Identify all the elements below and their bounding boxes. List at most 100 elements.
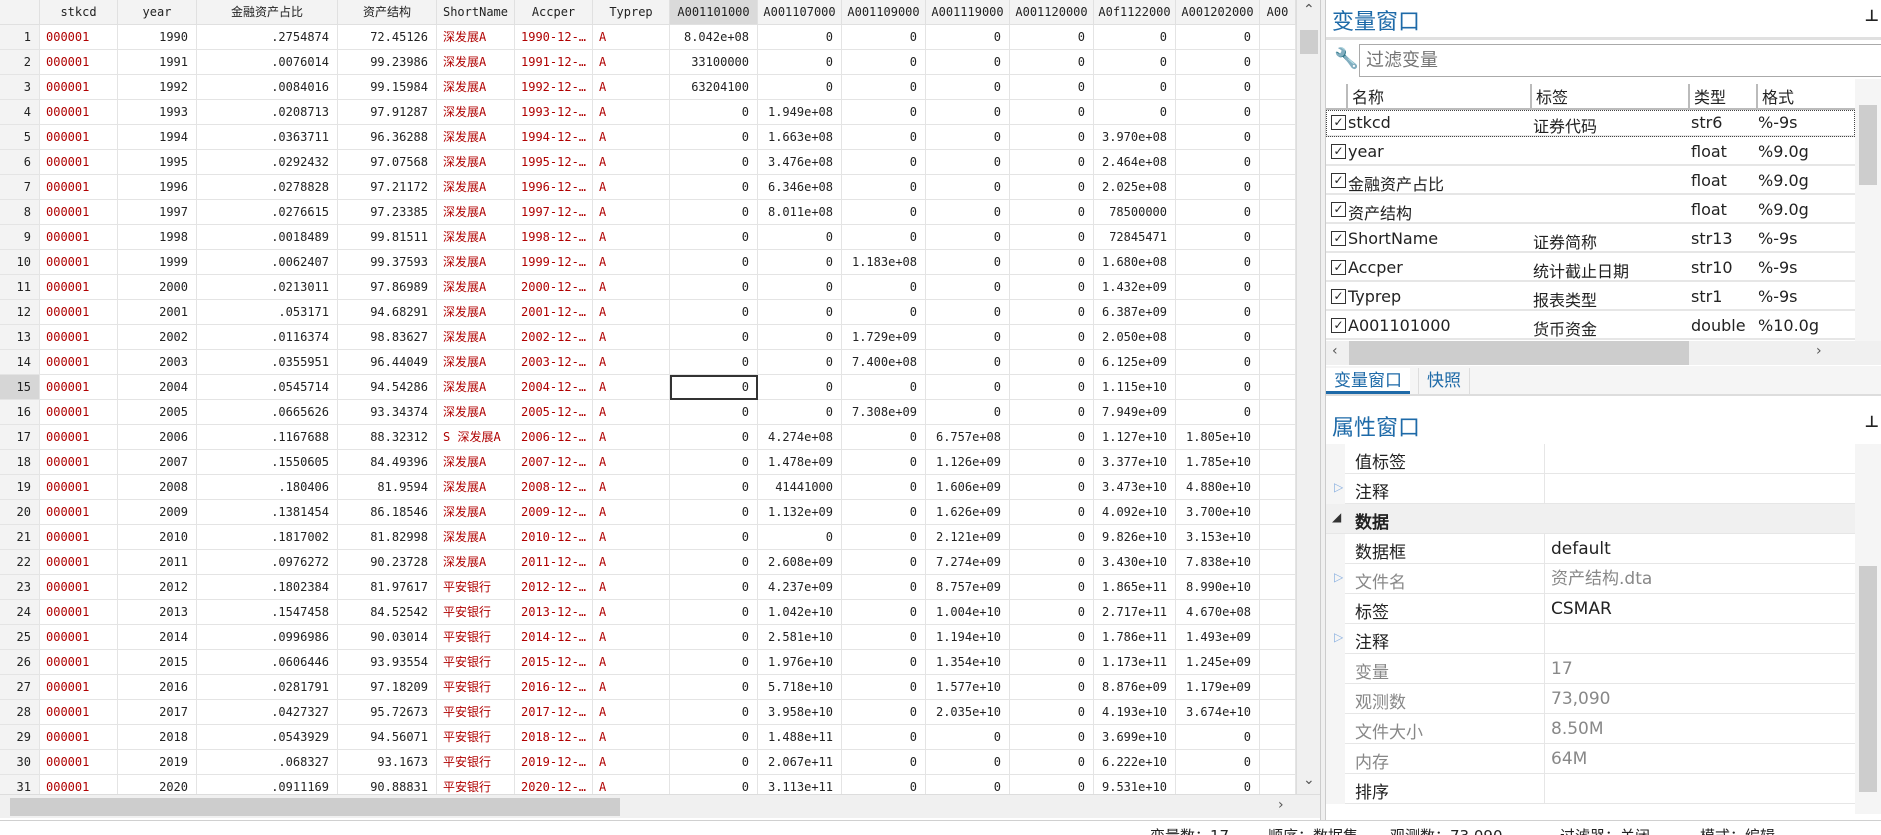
table-cell[interactable]: A (593, 275, 670, 300)
table-cell[interactable]: .0427327 (197, 700, 338, 725)
table-cell[interactable]: 平安银行 (437, 625, 515, 650)
variable-row[interactable]: ✓ 金融资产占比 float %9.0g (1326, 168, 1855, 195)
table-cell[interactable]: 93.1673 (338, 750, 437, 775)
table-cell[interactable]: 2.121e+09 (926, 525, 1010, 550)
table-cell[interactable]: 7.274e+09 (926, 550, 1010, 575)
column-header-A001119000[interactable]: A001119000 (926, 0, 1010, 25)
table-cell[interactable]: 3.153e+10 (1176, 525, 1260, 550)
table-cell[interactable]: 3.430e+10 (1094, 550, 1176, 575)
tab-variables-window[interactable]: 变量窗口 (1326, 368, 1410, 394)
table-cell[interactable]: 0 (758, 50, 842, 75)
variable-row[interactable]: ✓ ShortName 证券简称 str13 %-9s (1326, 226, 1855, 253)
table-cell[interactable]: 0 (842, 725, 926, 750)
table-cell[interactable]: 000001 (40, 750, 118, 775)
table-cell[interactable]: 4.274e+08 (758, 425, 842, 450)
table-cell[interactable] (1260, 625, 1296, 650)
table-cell[interactable]: 4.880e+10 (1176, 475, 1260, 500)
row-number[interactable]: 22 (0, 550, 40, 575)
variables-horizontal-scrollbar[interactable]: ‹ › (1326, 341, 1881, 365)
table-cell[interactable]: 2015 (118, 650, 197, 675)
property-value[interactable]: 8.50M (1544, 714, 1604, 744)
table-cell[interactable]: 2.581e+10 (758, 625, 842, 650)
row-number[interactable]: 12 (0, 300, 40, 325)
table-cell[interactable]: A (593, 200, 670, 225)
table-cell[interactable]: .0996986 (197, 625, 338, 650)
table-cell[interactable]: .0976272 (197, 550, 338, 575)
table-cell[interactable]: 0 (670, 275, 758, 300)
table-cell[interactable]: 1.606e+09 (926, 475, 1010, 500)
table-cell[interactable]: 000001 (40, 350, 118, 375)
table-cell[interactable]: 90.23728 (338, 550, 437, 575)
table-cell[interactable]: 8.876e+09 (1094, 675, 1176, 700)
table-cell[interactable] (1260, 200, 1296, 225)
table-cell[interactable]: 深发展A (437, 500, 515, 525)
table-cell[interactable]: 平安银行 (437, 575, 515, 600)
table-cell[interactable]: 1.493e+09 (1176, 625, 1260, 650)
scroll-right-icon[interactable]: › (1816, 343, 1822, 359)
table-cell[interactable]: A (593, 250, 670, 275)
table-cell[interactable]: 1.577e+10 (926, 675, 1010, 700)
table-cell[interactable]: 90.88831 (338, 775, 437, 794)
table-cell[interactable]: 1.729e+09 (842, 325, 926, 350)
row-number[interactable]: 27 (0, 675, 40, 700)
table-cell[interactable]: 0 (926, 325, 1010, 350)
table-cell[interactable]: 平安银行 (437, 700, 515, 725)
table-cell[interactable]: 1.179e+09 (1176, 675, 1260, 700)
table-cell[interactable]: 0 (670, 200, 758, 225)
table-cell[interactable]: 2006 (118, 425, 197, 450)
table-cell[interactable]: 0 (842, 675, 926, 700)
table-cell[interactable]: 2005-12-… (515, 400, 593, 425)
table-cell[interactable]: 0 (842, 275, 926, 300)
grid-vertical-scrollbar[interactable]: ⌃ ⌄ (1296, 0, 1320, 794)
table-cell[interactable]: 平安银行 (437, 750, 515, 775)
table-cell[interactable]: 2001-12-… (515, 300, 593, 325)
table-cell[interactable]: 0 (670, 250, 758, 275)
table-cell[interactable]: 1994-12-… (515, 125, 593, 150)
table-cell[interactable]: 0 (842, 100, 926, 125)
property-row[interactable]: ▷ 注释 (1326, 624, 1855, 654)
table-cell[interactable]: A (593, 425, 670, 450)
table-cell[interactable]: 8.011e+08 (758, 200, 842, 225)
table-cell[interactable]: .1817002 (197, 525, 338, 550)
table-cell[interactable] (1260, 50, 1296, 75)
row-number[interactable]: 25 (0, 625, 40, 650)
table-cell[interactable] (1260, 550, 1296, 575)
table-cell[interactable]: 6.222e+10 (1094, 750, 1176, 775)
table-cell[interactable]: 2008 (118, 475, 197, 500)
table-cell[interactable]: 1994 (118, 125, 197, 150)
table-cell[interactable]: 2017 (118, 700, 197, 725)
table-cell[interactable]: 深发展A (437, 525, 515, 550)
scroll-left-icon[interactable]: ‹ (1332, 343, 1338, 359)
table-cell[interactable]: 97.18209 (338, 675, 437, 700)
row-number[interactable]: 3 (0, 75, 40, 100)
table-cell[interactable]: 1999-12-… (515, 250, 593, 275)
table-cell[interactable]: 0 (1176, 200, 1260, 225)
table-cell[interactable]: 2009-12-… (515, 500, 593, 525)
table-cell[interactable]: 0 (842, 625, 926, 650)
table-cell[interactable]: 0 (1010, 750, 1094, 775)
table-cell[interactable]: 1999 (118, 250, 197, 275)
row-number[interactable]: 8 (0, 200, 40, 225)
column-header-A001107000[interactable]: A001107000 (758, 0, 842, 25)
table-cell[interactable] (1260, 650, 1296, 675)
table-cell[interactable]: 1.194e+10 (926, 625, 1010, 650)
row-number[interactable]: 11 (0, 275, 40, 300)
variable-row[interactable]: ✓ A001101000 货币资金 double %10.0g (1326, 313, 1855, 340)
table-cell[interactable]: A (593, 650, 670, 675)
table-cell[interactable]: .1167688 (197, 425, 338, 450)
table-cell[interactable]: 1.976e+10 (758, 650, 842, 675)
table-cell[interactable]: .0545714 (197, 375, 338, 400)
table-cell[interactable]: 0 (670, 300, 758, 325)
expand-triangle-icon[interactable]: ▷ (1334, 630, 1343, 644)
grid-horizontal-scrollbar[interactable]: › (0, 794, 1320, 818)
table-cell[interactable]: 96.44049 (338, 350, 437, 375)
table-cell[interactable]: 4.670e+08 (1176, 600, 1260, 625)
table-cell[interactable]: 0 (758, 250, 842, 275)
table-cell[interactable] (1260, 150, 1296, 175)
table-cell[interactable]: 0 (1176, 25, 1260, 50)
property-row[interactable]: ▷ 注释 (1326, 474, 1855, 504)
table-cell[interactable]: 000001 (40, 725, 118, 750)
table-cell[interactable] (1260, 500, 1296, 525)
table-cell[interactable]: 0 (1010, 500, 1094, 525)
table-cell[interactable]: 9.531e+10 (1094, 775, 1176, 794)
